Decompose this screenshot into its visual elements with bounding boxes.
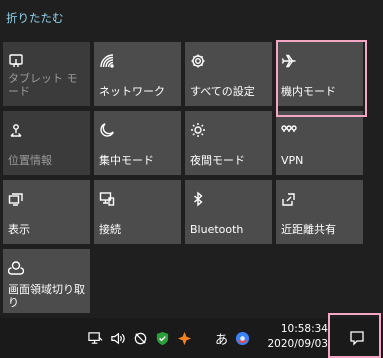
tile-label: 夜間モード	[190, 154, 245, 167]
brightness-icon	[189, 121, 207, 139]
tile-label: 画面領域切り取り	[8, 283, 85, 309]
action-center-button[interactable]	[333, 318, 381, 358]
tile-label: 位置情報	[8, 154, 52, 167]
nearby-share-icon	[280, 190, 298, 208]
collapse-link[interactable]: 折りたたむ	[6, 10, 64, 26]
avast-icon[interactable]	[175, 330, 193, 346]
tile-project[interactable]: 表示	[3, 180, 90, 244]
clock-date: 2020/09/03	[267, 338, 328, 350]
moon-icon	[98, 121, 116, 139]
tile-label: タブレット モード	[8, 72, 78, 98]
tile-vpn[interactable]: VPN	[276, 111, 363, 175]
bluetooth-icon	[189, 190, 207, 208]
tile-tablet-mode[interactable]: タブレット モード	[3, 42, 90, 106]
gear-icon	[189, 52, 207, 70]
tile-label: すべての設定	[190, 85, 255, 98]
snip-icon	[7, 259, 25, 277]
network-icon	[98, 52, 116, 70]
clock-time: 10:58:34	[280, 323, 328, 335]
tile-label: 近距離共有	[281, 223, 336, 236]
tile-label: 接続	[99, 223, 121, 236]
tile-label: 機内モード	[281, 85, 336, 98]
tile-screen-snip[interactable]: 画面領域切り取り	[3, 249, 90, 313]
volume-icon[interactable]	[108, 330, 126, 346]
tile-label: ネットワーク	[99, 85, 165, 98]
mute-icon[interactable]	[131, 330, 149, 346]
tile-night-light[interactable]: 夜間モード	[185, 111, 272, 175]
tile-label: 表示	[8, 223, 30, 236]
ime-mode-indicator[interactable]: あ	[215, 329, 228, 348]
defender-shield-icon[interactable]	[153, 330, 171, 346]
tile-bluetooth[interactable]: Bluetooth	[185, 180, 272, 244]
location-icon	[7, 121, 25, 139]
tile-location[interactable]: 位置情報	[3, 111, 90, 175]
tile-all-settings[interactable]: すべての設定	[185, 42, 272, 106]
action-center-icon	[349, 330, 365, 346]
tile-label: 集中モード	[99, 154, 154, 167]
airplane-icon	[280, 52, 298, 70]
network-tray-icon[interactable]	[86, 330, 104, 346]
vpn-icon	[280, 121, 298, 139]
tablet-mode-icon	[7, 52, 25, 70]
tile-label: Bluetooth	[190, 223, 244, 236]
quick-actions-grid: タブレット モード ネットワーク すべての設定 機内モード 位置情報 集中モード	[3, 42, 377, 313]
tile-nearby-sharing[interactable]: 近距離共有	[276, 180, 363, 244]
tile-label: VPN	[281, 154, 304, 167]
project-display-icon	[7, 190, 25, 208]
taskbar-clock[interactable]: 10:58:34 2020/09/03	[262, 322, 328, 352]
google-chrome-icon[interactable]	[233, 330, 251, 346]
connect-icon	[98, 190, 116, 208]
tile-airplane-mode[interactable]: 機内モード	[276, 42, 363, 106]
tile-focus-assist[interactable]: 集中モード	[94, 111, 181, 175]
tile-network[interactable]: ネットワーク	[94, 42, 181, 106]
tile-connect[interactable]: 接続	[94, 180, 181, 244]
